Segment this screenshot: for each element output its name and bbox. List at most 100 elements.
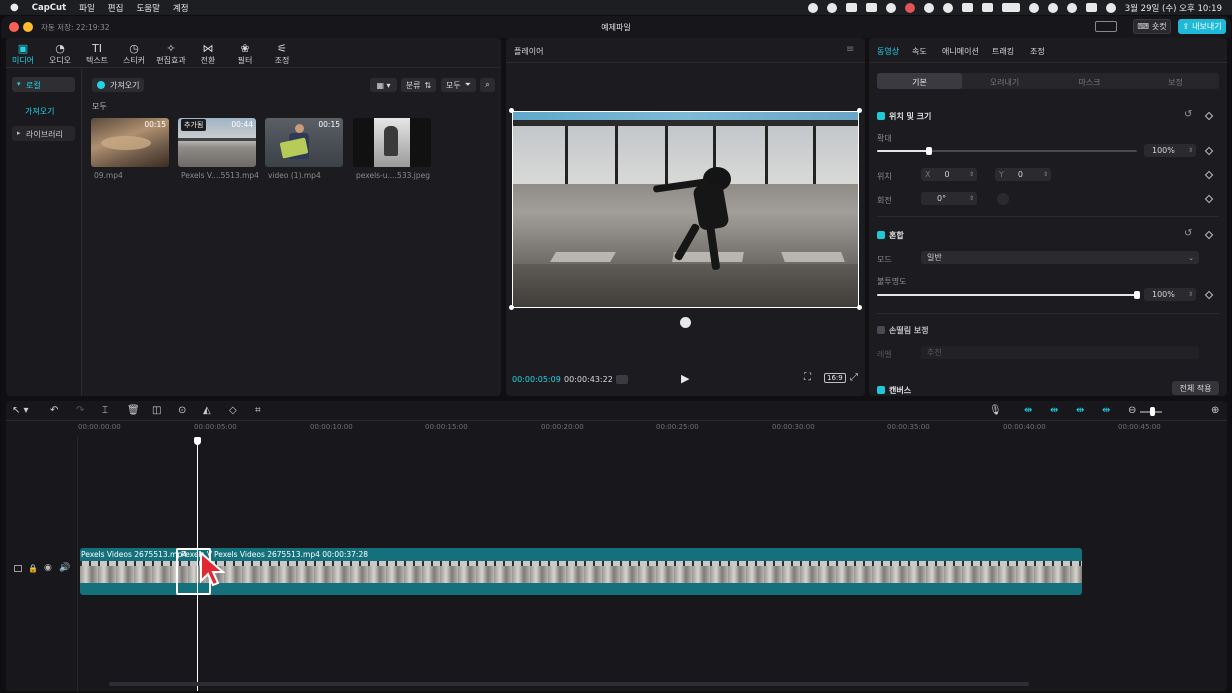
sidebar-item-import[interactable]: 가져오기	[25, 106, 54, 117]
close-window-button[interactable]	[9, 22, 19, 32]
media-item-pexels-jpeg[interactable]	[353, 118, 431, 167]
subtab-cutout[interactable]: 오려내기	[962, 77, 1047, 88]
stepper-icon[interactable]: ⇕	[969, 195, 974, 202]
tab-media[interactable]: ▣ 미디어	[6, 42, 40, 66]
aspect-ratio-button[interactable]: 16:9	[824, 373, 846, 383]
redo-icon[interactable]: ↷	[76, 405, 84, 416]
snap-main-icon[interactable]: ⇹	[1024, 405, 1032, 416]
position-size-checkbox[interactable]	[877, 112, 885, 120]
menu-file[interactable]: 파일	[79, 2, 95, 14]
shield-icon[interactable]	[845, 3, 857, 12]
filter-button[interactable]: 모두 ⏷	[441, 78, 476, 92]
tab-filter[interactable]: ❀ 필터	[228, 42, 262, 66]
sort-button[interactable]: 분류 ⇅	[401, 78, 436, 92]
stabilize-checkbox[interactable]	[877, 326, 885, 334]
play-circle-icon[interactable]	[942, 2, 953, 13]
fit-view-icon[interactable]: ⛶	[804, 372, 811, 383]
siri-icon[interactable]	[1105, 2, 1116, 13]
battery-icon[interactable]	[1001, 3, 1020, 12]
zoom-out-icon[interactable]: ⊖	[1128, 405, 1136, 416]
snap-split-icon[interactable]: ⇹	[1102, 405, 1110, 416]
input-source-icon[interactable]	[981, 3, 993, 12]
freeze-icon[interactable]: ◫	[152, 405, 161, 416]
playhead[interactable]	[197, 439, 198, 691]
menu-help[interactable]: 도움말	[136, 2, 159, 14]
canvas-checkbox[interactable]	[877, 386, 885, 394]
fullscreen-icon[interactable]: ⤢	[850, 372, 858, 383]
keyframe-icon[interactable]	[1204, 194, 1214, 204]
stepper-icon[interactable]: ⇕	[1188, 147, 1193, 154]
subtab-retouch[interactable]: 보정	[1132, 77, 1219, 88]
zoom-in-icon[interactable]: ⊕	[1211, 405, 1219, 416]
keyframe-icon[interactable]	[1204, 111, 1214, 121]
lock-icon[interactable]: 🔒	[28, 564, 38, 573]
timeline-scrollbar[interactable]	[109, 682, 1029, 686]
undo-icon[interactable]: ↶	[50, 405, 58, 416]
position-y-input[interactable]: Y 0 ⇕	[995, 168, 1051, 181]
cloud-icon[interactable]	[826, 2, 837, 13]
stepper-icon[interactable]: ⇕	[1188, 291, 1193, 298]
tab-effects[interactable]: ✧ 편집효과	[154, 42, 188, 66]
media-item-09[interactable]: 00:15	[91, 118, 169, 167]
resize-handle[interactable]	[857, 108, 862, 113]
view-toggle-button[interactable]: ▦ ▾	[370, 78, 397, 92]
blend-mode-select[interactable]: 일반 ⌄	[921, 251, 1199, 264]
scale-slider-knob[interactable]	[926, 147, 932, 155]
reverse-icon[interactable]: ⊙	[178, 405, 186, 416]
record-icon[interactable]	[807, 2, 818, 13]
tab-transition[interactable]: ⋈ 전환	[191, 42, 225, 66]
reset-icon[interactable]: ↺	[1184, 228, 1192, 239]
reset-icon[interactable]: ↺	[1184, 109, 1192, 120]
opacity-slider-knob[interactable]	[1134, 291, 1140, 299]
snap-preview-icon[interactable]: ⇹	[1076, 405, 1084, 416]
position-x-input[interactable]: X 0 ⇕	[921, 168, 977, 181]
cover-icon[interactable]	[14, 565, 22, 572]
rotate-handle-icon[interactable]	[680, 317, 691, 328]
tab-sticker[interactable]: ◷ 스티커	[117, 42, 151, 66]
media-item-video-1[interactable]: 00:15	[265, 118, 343, 167]
wifi-icon[interactable]	[1047, 2, 1058, 13]
tab-adjust-props[interactable]: 조정	[1030, 46, 1045, 57]
bluetooth-icon[interactable]	[1028, 2, 1039, 13]
clock-icon[interactable]	[923, 2, 934, 13]
mirror-icon[interactable]: ◭	[203, 405, 211, 416]
playhead-handle[interactable]	[194, 437, 201, 445]
timeline-ruler[interactable]: 00:00:00:00 00:00:05:00 00:00:10:00 00:0…	[78, 423, 1227, 437]
video-preview[interactable]	[512, 111, 859, 308]
apply-all-button[interactable]: 전체 적용	[1172, 381, 1219, 395]
tab-adjust[interactable]: ⚟ 조정	[265, 42, 299, 66]
shortcut-button[interactable]: ⌨ 숏컷	[1133, 19, 1171, 34]
tab-animation[interactable]: 애니메이션	[942, 46, 979, 57]
keyframe-icon[interactable]	[1204, 170, 1214, 180]
scale-input[interactable]: 100% ⇕	[1144, 144, 1196, 157]
tab-speed[interactable]: 속도	[912, 46, 927, 57]
speaker-icon[interactable]: 🔊	[59, 563, 70, 573]
crop-icon[interactable]: ⌗	[255, 405, 261, 416]
keyframe-icon[interactable]	[1204, 146, 1214, 156]
delete-icon[interactable]: 🗑	[127, 405, 140, 416]
keyframe-icon[interactable]	[1204, 290, 1214, 300]
play-button[interactable]: ▶	[681, 372, 689, 385]
blend-checkbox[interactable]	[877, 231, 885, 239]
menubar-datetime[interactable]: 3월 29일 (수) 오후 10:19	[1125, 2, 1222, 14]
media-item-pexels-video[interactable]: 추가됨 00:44	[178, 118, 256, 167]
split-icon[interactable]: ⌶	[102, 405, 108, 416]
apple-icon[interactable]: ●	[10, 2, 19, 13]
sidebar-item-library[interactable]: ▸ 라이브러리	[12, 126, 75, 141]
volume-icon[interactable]	[961, 3, 973, 12]
subtab-mask[interactable]: 마스크	[1047, 77, 1132, 88]
tab-video[interactable]: 동영상	[877, 46, 899, 57]
zoom-slider-knob[interactable]	[1150, 407, 1155, 416]
eye-icon[interactable]: ◉	[44, 563, 52, 573]
sync-icon[interactable]	[885, 2, 896, 13]
media-search-button[interactable]: ⌕	[480, 78, 495, 92]
menu-edit[interactable]: 편집	[108, 2, 124, 14]
keyframe-icon[interactable]	[1204, 230, 1214, 240]
tab-text[interactable]: TI 텍스트	[80, 42, 114, 66]
tab-audio[interactable]: ◔ 오디오	[43, 42, 77, 66]
resize-handle[interactable]	[509, 305, 514, 310]
rotate-input[interactable]: 0° ⇕	[921, 192, 977, 205]
search-icon[interactable]	[1066, 2, 1077, 13]
timecode-toggle-icon[interactable]	[616, 375, 628, 384]
resize-handle[interactable]	[857, 305, 862, 310]
